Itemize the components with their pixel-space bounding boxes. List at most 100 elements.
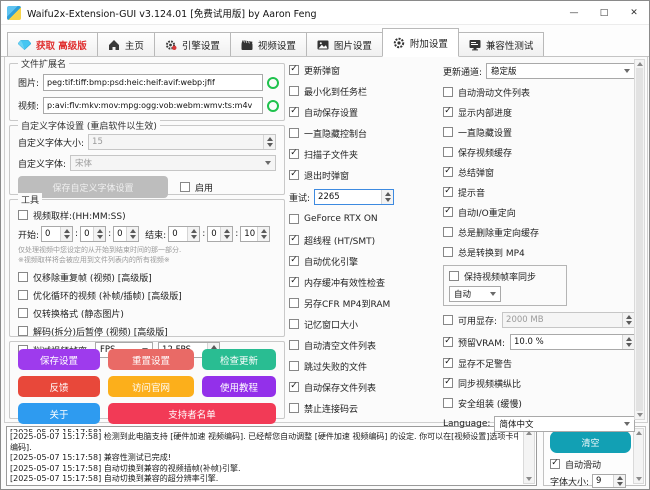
log-autoscroll-checkbox-row[interactable]: 自动滑动 <box>550 457 631 471</box>
sync-video-aspect-checkbox-row[interactable]: 同步视频横纵比 <box>443 376 635 390</box>
video-ext-input[interactable]: p:avi:flv:mkv:mov:mpg:ogg:vob:webm:wmv:t… <box>43 97 263 114</box>
checkbox[interactable] <box>443 127 453 137</box>
checkbox[interactable] <box>289 361 299 371</box>
tab-engine-settings[interactable]: 引擎设置 <box>154 32 230 57</box>
checkbox[interactable] <box>443 187 453 197</box>
scroll-up-icon[interactable] <box>637 62 643 66</box>
minimize-to-tray-checkbox-row[interactable]: 最小化到任务栏 <box>289 84 439 98</box>
auto-scroll-file-list-checkbox-row[interactable]: 自动滑动文件列表 <box>443 85 635 99</box>
close-button[interactable]: ✕ <box>619 1 649 24</box>
auto-clear-file-list-checkbox-row[interactable]: 自动清空文件列表 <box>289 338 439 352</box>
pause-after-decode-checkbox-row[interactable]: 解码(拆分)后暂停 (视频) [高级版] <box>18 324 284 338</box>
checkbox[interactable] <box>443 227 453 237</box>
checkbox[interactable] <box>443 207 453 217</box>
checkbox[interactable] <box>289 256 299 266</box>
available-vram-spinner[interactable]: 2000 MB <box>502 312 635 328</box>
checkbox[interactable] <box>550 459 560 469</box>
refresh-icon[interactable] <box>267 100 279 112</box>
checkbox[interactable] <box>443 378 453 388</box>
scroll-up-icon[interactable] <box>636 431 642 435</box>
tutorial-button[interactable]: 使用教程 <box>202 376 276 397</box>
maximize-button[interactable]: □ <box>589 1 619 24</box>
minimize-button[interactable]: — <box>559 1 589 24</box>
always-convert-mp4-checkbox-row[interactable]: 总是转换到 MP4 <box>443 245 635 259</box>
tab-compatibility-test[interactable]: 兼容性测试 <box>459 32 545 57</box>
log-textarea[interactable]: [2025-05-07 15:17:58] … [2025-05-07 15:1… <box>6 426 537 486</box>
forbid-gitee-checkbox-row[interactable]: 禁止连接码云 <box>289 401 439 415</box>
show-internal-progress-checkbox-row[interactable]: 显示内部进度 <box>443 105 635 119</box>
checkbox[interactable] <box>289 214 299 224</box>
visit-website-button[interactable]: 访问官网 <box>108 376 194 397</box>
optimize-loop-video-checkbox-row[interactable]: 优化循环的视频 (补帧/插帧) [高级版] <box>18 288 284 302</box>
auto-io-redirect-checkbox-row[interactable]: 自动I/O重定向 <box>443 205 635 219</box>
checkbox[interactable] <box>18 210 28 220</box>
checkbox[interactable] <box>289 340 299 350</box>
notification-sound-checkbox-row[interactable]: 提示音 <box>443 185 635 199</box>
scan-subfolders-checkbox-row[interactable]: 扫描子文件夹 <box>289 147 439 161</box>
log-font-size-spinner[interactable]: 9 <box>592 474 626 488</box>
remove-dup-frames-checkbox-row[interactable]: 仅移除重复帧 (视频) [高级版] <box>18 270 284 284</box>
checkbox[interactable] <box>443 358 453 368</box>
safe-assembly-checkbox-row[interactable]: 安全组装 (缓慢) <box>443 396 635 410</box>
checkbox[interactable] <box>289 277 299 287</box>
checkbox[interactable] <box>443 247 453 257</box>
checkbox[interactable] <box>289 128 299 138</box>
keep-fps-sync-checkbox-row[interactable]: 保持视频帧率同步 <box>449 269 561 283</box>
always-delete-redirect-cache-checkbox-row[interactable]: 总是删除重定向缓存 <box>443 225 635 239</box>
font-family-select[interactable]: 宋体 <box>70 155 276 171</box>
panel-scrollbar[interactable] <box>633 428 644 484</box>
scroll-down-icon[interactable] <box>636 477 642 481</box>
video-sampling-checkbox-row[interactable]: 视频取样:(HH:MM:SS) <box>18 208 284 222</box>
font-size-spinner[interactable]: 15 <box>88 134 276 150</box>
auto-save-settings-checkbox-row[interactable]: 自动保存设置 <box>289 105 439 119</box>
language-select[interactable]: 简体中文 <box>494 416 635 432</box>
checkbox[interactable] <box>289 382 299 392</box>
checkbox[interactable] <box>289 149 299 159</box>
end-sec-spinner[interactable]: 10 <box>240 226 270 242</box>
settings-scrollbar[interactable] <box>634 59 645 420</box>
checkbox[interactable] <box>18 290 28 300</box>
feedback-button[interactable]: 反馈 <box>18 376 100 397</box>
update-popup-checkbox-row[interactable]: 更新弹窗 <box>289 63 439 77</box>
available-vram-checkbox[interactable] <box>443 315 453 325</box>
checkbox[interactable] <box>289 319 299 329</box>
tab-get-premium[interactable]: 获取 高级版 <box>7 32 97 57</box>
tab-image-settings[interactable]: 图片设置 <box>306 32 382 57</box>
font-enable-checkbox-row[interactable]: 启用 <box>180 180 213 194</box>
checkbox[interactable] <box>289 86 299 96</box>
start-sec-spinner[interactable]: 0 <box>113 226 139 242</box>
checkbox[interactable] <box>443 167 453 177</box>
hyper-threading-checkbox-row[interactable]: 超线程 (HT/SMT) <box>289 233 439 247</box>
always-hide-console-checkbox-row[interactable]: 一直隐藏控制台 <box>289 126 439 140</box>
save-settings-button[interactable]: 保存设置 <box>18 349 100 370</box>
scrollbar-thumb[interactable] <box>636 68 643 411</box>
retry-spinner[interactable]: 2265 <box>314 189 394 205</box>
checkbox[interactable] <box>443 147 453 157</box>
checkbox[interactable] <box>289 298 299 308</box>
update-channel-select[interactable]: 稳定版 <box>486 63 635 79</box>
checkbox[interactable] <box>289 65 299 75</box>
spinner-arrows-icon[interactable] <box>263 135 275 149</box>
scroll-down-icon[interactable] <box>637 413 643 417</box>
start-min-spinner[interactable]: 0 <box>80 226 106 242</box>
tab-home[interactable]: 主页 <box>97 32 154 57</box>
tab-video-settings[interactable]: 视频设置 <box>230 32 306 57</box>
scroll-down-icon[interactable] <box>526 477 532 481</box>
checkbox[interactable] <box>289 170 299 180</box>
refresh-icon[interactable] <box>267 77 279 89</box>
checkbox[interactable] <box>18 326 28 336</box>
log-scrollbar[interactable] <box>523 428 535 484</box>
memory-buffer-check-checkbox-row[interactable]: 内存缓冲有效性检查 <box>289 275 439 289</box>
about-button[interactable]: 关于 <box>18 403 100 424</box>
checkbox[interactable] <box>18 308 28 318</box>
checkbox[interactable] <box>443 107 453 117</box>
format-only-checkbox-row[interactable]: 仅转换格式 (静态图片) <box>18 306 284 320</box>
save-video-cache-checkbox-row[interactable]: 保存视频缓存 <box>443 145 635 159</box>
remember-window-size-checkbox-row[interactable]: 记忆窗口大小 <box>289 317 439 331</box>
checkbox[interactable] <box>449 271 459 281</box>
checkbox[interactable] <box>443 398 453 408</box>
clear-log-button[interactable]: 清空 <box>550 431 631 453</box>
summary-popup-checkbox-row[interactable]: 总结弹窗 <box>443 165 635 179</box>
image-ext-input[interactable]: peg:tif:tiff:bmp:psd:heic:heif:avif:webp… <box>43 74 263 91</box>
reserved-vram-spinner[interactable]: 10.0 % <box>510 334 635 350</box>
